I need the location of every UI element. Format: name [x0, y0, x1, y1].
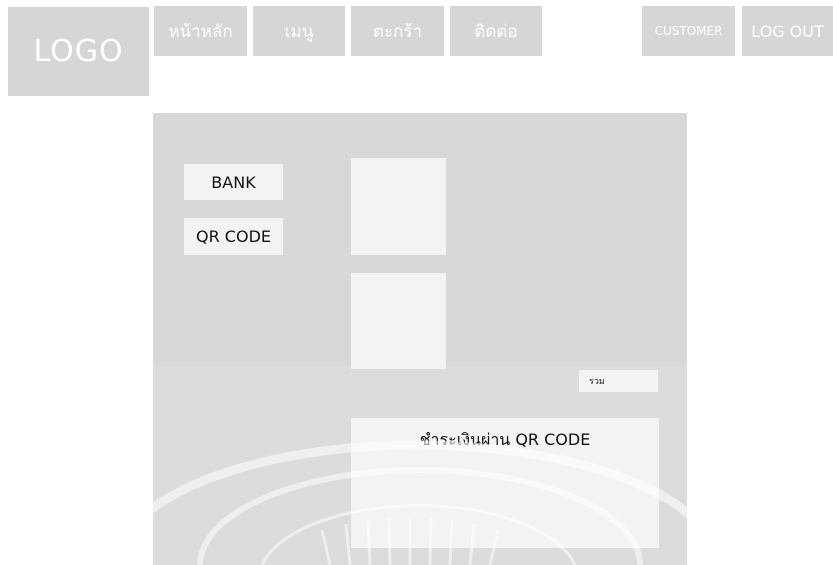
- qr-payment-box: ชำระเงินผ่าน QR CODE: [351, 418, 659, 548]
- qr-code-method-button[interactable]: QR CODE: [184, 218, 283, 255]
- logo: LOGO: [8, 7, 149, 96]
- qr-option-card[interactable]: [351, 273, 446, 369]
- payment-panel: BANK QR CODE รวม ชำระเงินผ่าน QR CODE: [153, 113, 687, 565]
- logout-button[interactable]: LOG OUT: [742, 6, 833, 56]
- nav-cart[interactable]: ตะกร้า: [351, 6, 444, 56]
- total-field: รวม: [579, 370, 658, 392]
- bank-option-card[interactable]: [351, 158, 446, 255]
- nav-menu[interactable]: เมนู: [253, 6, 345, 56]
- customer-button[interactable]: CUSTOMER: [642, 6, 735, 56]
- nav-home[interactable]: หน้าหลัก: [154, 6, 247, 56]
- bank-method-button[interactable]: BANK: [184, 164, 283, 200]
- nav-contact[interactable]: ติดต่อ: [450, 6, 542, 56]
- qr-payment-title: ชำระเงินผ่าน QR CODE: [419, 430, 591, 449]
